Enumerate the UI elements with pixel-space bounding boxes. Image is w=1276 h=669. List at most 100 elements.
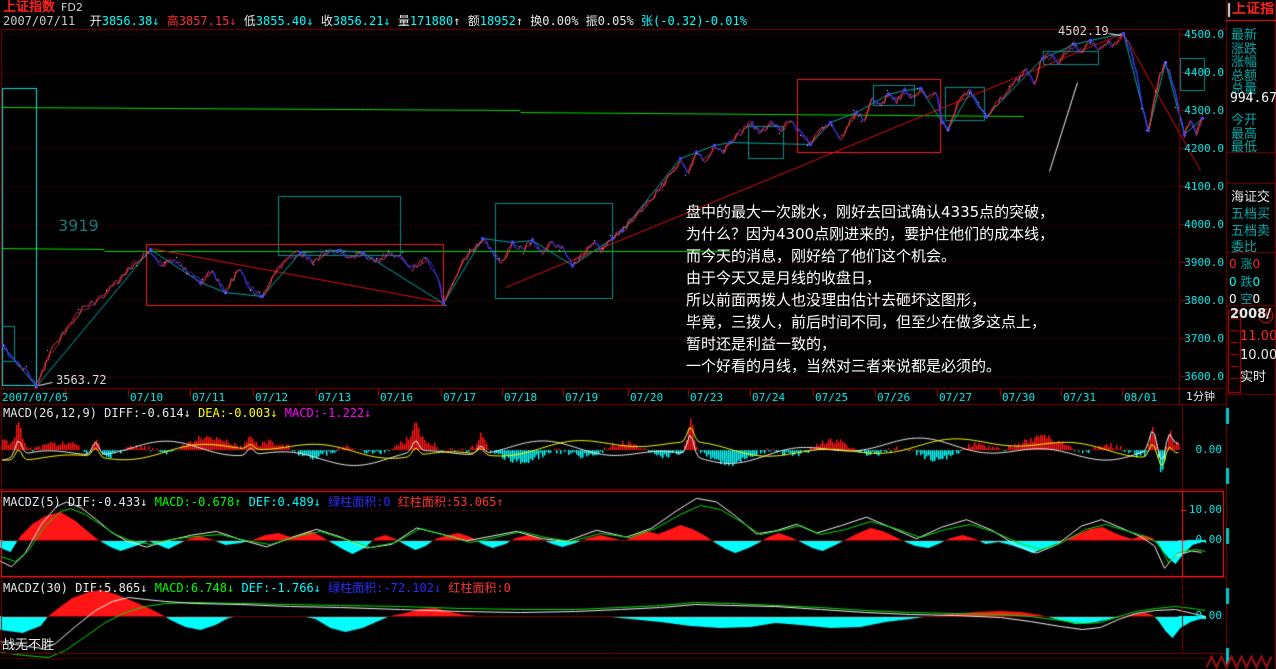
note-line-2: 而今天的消息，刚好给了他们这个机会。 (686, 245, 1054, 267)
price-axis-label-0: 4500.0 (1182, 28, 1224, 41)
date-axis-label-16: 07/31 (1063, 391, 1096, 404)
trading-app-window: { "header": { "title": "上证指数", "subtitle… (0, 0, 1276, 669)
high-price-label: 4502.19 (1058, 25, 1109, 38)
count-left: 0 (1229, 257, 1240, 271)
stat-segment-14: 换0.00% 振0.05% (530, 14, 641, 28)
date-axis-label-5: 07/16 (380, 391, 413, 404)
sidebar-num-1: 10.00 (1240, 348, 1276, 363)
note-line-4: 所以前面两拨人也没理由估计去砸坏这图形， (686, 289, 1054, 311)
date-axis-label-14: 07/27 (939, 391, 972, 404)
date-axis-label-6: 07/17 (443, 391, 476, 404)
price-axis-label-7: 3800.0 (1182, 294, 1224, 307)
price-axis-label-5: 4000.0 (1182, 218, 1224, 231)
note-line-0: 盘中的最大一次跳水，刚好去回试确认4335点的突破， (686, 201, 1054, 223)
indicator-label-2-0: MACDZ(30) (3, 581, 75, 595)
macdz30-panel-label[interactable]: MACDZ(30) DIF:5.865↓ MACD:6.748↓ DEF:-1.… (3, 579, 511, 596)
stat-segment-4: 低 (244, 14, 256, 28)
indicator-axis-label-1-0: 10.00 (1184, 503, 1222, 516)
index-name: 上证指数 (3, 0, 55, 15)
sidebar-item-委比[interactable]: 委比 (1231, 236, 1257, 255)
macd-panel-label[interactable]: MACD(26,12,9) DIFF:-0.614↓ DEA:-0.003↓ M… (3, 406, 371, 420)
date-axis-label-4: 07/13 (318, 391, 351, 404)
date-axis-label-1: 07/10 (130, 391, 163, 404)
date-axis-label-0: 2007/07/05 (2, 391, 68, 404)
indicator-axis-label-1-1: 0.00 (1184, 533, 1222, 546)
indicator-label-1-0: MACDZ(5) (3, 495, 68, 509)
slogan-text: 战无不胜 (2, 639, 54, 653)
date-axis-label-10: 07/23 (690, 391, 723, 404)
count-right: 0 (1252, 257, 1260, 271)
stat-segment-1: 开 (90, 14, 102, 28)
date-axis-label-12: 07/25 (815, 391, 848, 404)
stat-segment-10: ↑ (453, 14, 467, 28)
stat-segment-13: ↑ (516, 14, 530, 28)
indicator-label-1-1: DIF:-0.433↓ (68, 495, 155, 509)
indicator-label-1-3: DEF:0.489↓ (249, 495, 328, 509)
date-axis-label-15: 07/30 (1002, 391, 1035, 404)
indicator-label-2-4: 绿柱面积:-72.102↓ (328, 581, 448, 595)
stat-segment-5: 3855.40↓ (256, 14, 321, 28)
price-axis-label-6: 3900.0 (1182, 256, 1224, 269)
quote-stats-bar: 2007/07/11 开3856.38↓ 高3857.15↓ 低3855.40↓… (3, 15, 747, 28)
sidebar-title[interactable]: 上证指数 (1232, 2, 1274, 17)
stat-segment-2: 3856.38↓ (102, 14, 167, 28)
count-label: 空 (1240, 292, 1252, 306)
stat-segment-7: 3856.21↓ (333, 14, 398, 28)
count-left: 0 (1229, 275, 1240, 289)
stat-segment-8: 量 (398, 14, 410, 28)
stat-segment-12: 18952 (480, 14, 516, 28)
date-axis-label-11: 07/24 (752, 391, 785, 404)
note-line-6: 暂时还是利益一致的， (686, 333, 1054, 355)
sidebar-item-最低[interactable]: 最低 (1231, 136, 1257, 155)
indicator-label-0-2: DEA:-0.003↓ (198, 406, 285, 420)
indicator-axis-label-0-0: 0.00 (1184, 443, 1222, 456)
date-axis-label-3: 07/12 (255, 391, 288, 404)
price-axis-label-2: 4300.0 (1182, 104, 1224, 117)
note-line-1: 为什么？因为4300点刚进来的，要护住他们的成本线， (686, 223, 1054, 245)
count-label: 跌 (1240, 275, 1252, 289)
indicator-label-2-5: 红柱面积:0 (448, 581, 510, 595)
analyst-note: 盘中的最大一次跳水，刚好去回试确认4335点的突破，为什么？因为4300点刚进来… (686, 201, 1054, 377)
indicator-label-2-2: MACD:6.748↓ (155, 581, 242, 595)
indicator-label-0-1: DIFF:-0.614↓ (104, 406, 198, 420)
stat-segment-15: 张(-0.32)-0.01% (641, 14, 747, 28)
count-left: 0 (1229, 292, 1240, 306)
note-line-3: 由于今天又是月线的收盘日， (686, 267, 1054, 289)
sidebar-count-row-0: 0 涨0 (1229, 255, 1275, 272)
date-axis-label-7: 07/18 (504, 391, 537, 404)
count-label: 涨 (1240, 257, 1252, 271)
count-right: 0 (1252, 292, 1260, 306)
low-price-label: 3563.72 (56, 374, 107, 387)
count-right: 0 (1252, 275, 1260, 289)
price-axis-label-8: 3700.0 (1182, 332, 1224, 345)
stat-segment-6: 收 (321, 14, 333, 28)
indicator-label-2-3: DEF:-1.766↓ (241, 581, 328, 595)
price-axis-label-3: 4200.0 (1182, 142, 1224, 155)
date-axis-label-8: 07/19 (565, 391, 598, 404)
indicator-label-0-0: MACD(26,12,9) (3, 406, 104, 420)
indicator-label-0-3: MACD:-1.222↓ (285, 406, 372, 420)
date-axis-label-2: 07/11 (192, 391, 225, 404)
date-axis-label-9: 07/20 (630, 391, 663, 404)
price-axis-label-1: 4400.0 (1182, 66, 1224, 79)
price-axis-label-9: 3600.0 (1182, 370, 1224, 383)
indicator-axis-label-2-0: 0.00 (1184, 609, 1222, 622)
sidebar-count-row-2: 0 空0 (1229, 290, 1275, 307)
indicator-label-2-1: DIF:5.865↓ (75, 581, 154, 595)
sidebar-num-2: 实时 (1240, 366, 1266, 385)
indicator-label-1-2: MACD:-0.678↑ (155, 495, 249, 509)
stat-segment-9: 171880 (410, 14, 453, 28)
sidebar-value: 994.67 (1230, 92, 1276, 106)
sidebar-count-row-1: 0 跌0 (1229, 273, 1275, 290)
chart-canvas[interactable] (0, 0, 1276, 669)
chart-code: FD2 (61, 1, 83, 14)
period-selector[interactable]: 1分钟 (1186, 391, 1215, 403)
stat-segment-11: 额 (468, 14, 480, 28)
date-axis-label-17: 08/01 (1124, 391, 1157, 404)
macdz5-panel-label[interactable]: MACDZ(5) DIF:-0.433↓ MACD:-0.678↑ DEF:0.… (3, 493, 504, 510)
note-line-5: 毕竟，三拨人，前后时间不同，但至少在做多这点上， (686, 311, 1054, 333)
note-line-7: 一个好看的月线，当然对三者来说都是必须的。 (686, 355, 1054, 377)
level-label-3919: 3919 (58, 218, 99, 235)
indicator-label-1-5: 红柱面积:53.065↑ (398, 495, 504, 509)
date-axis-label-13: 07/26 (877, 391, 910, 404)
